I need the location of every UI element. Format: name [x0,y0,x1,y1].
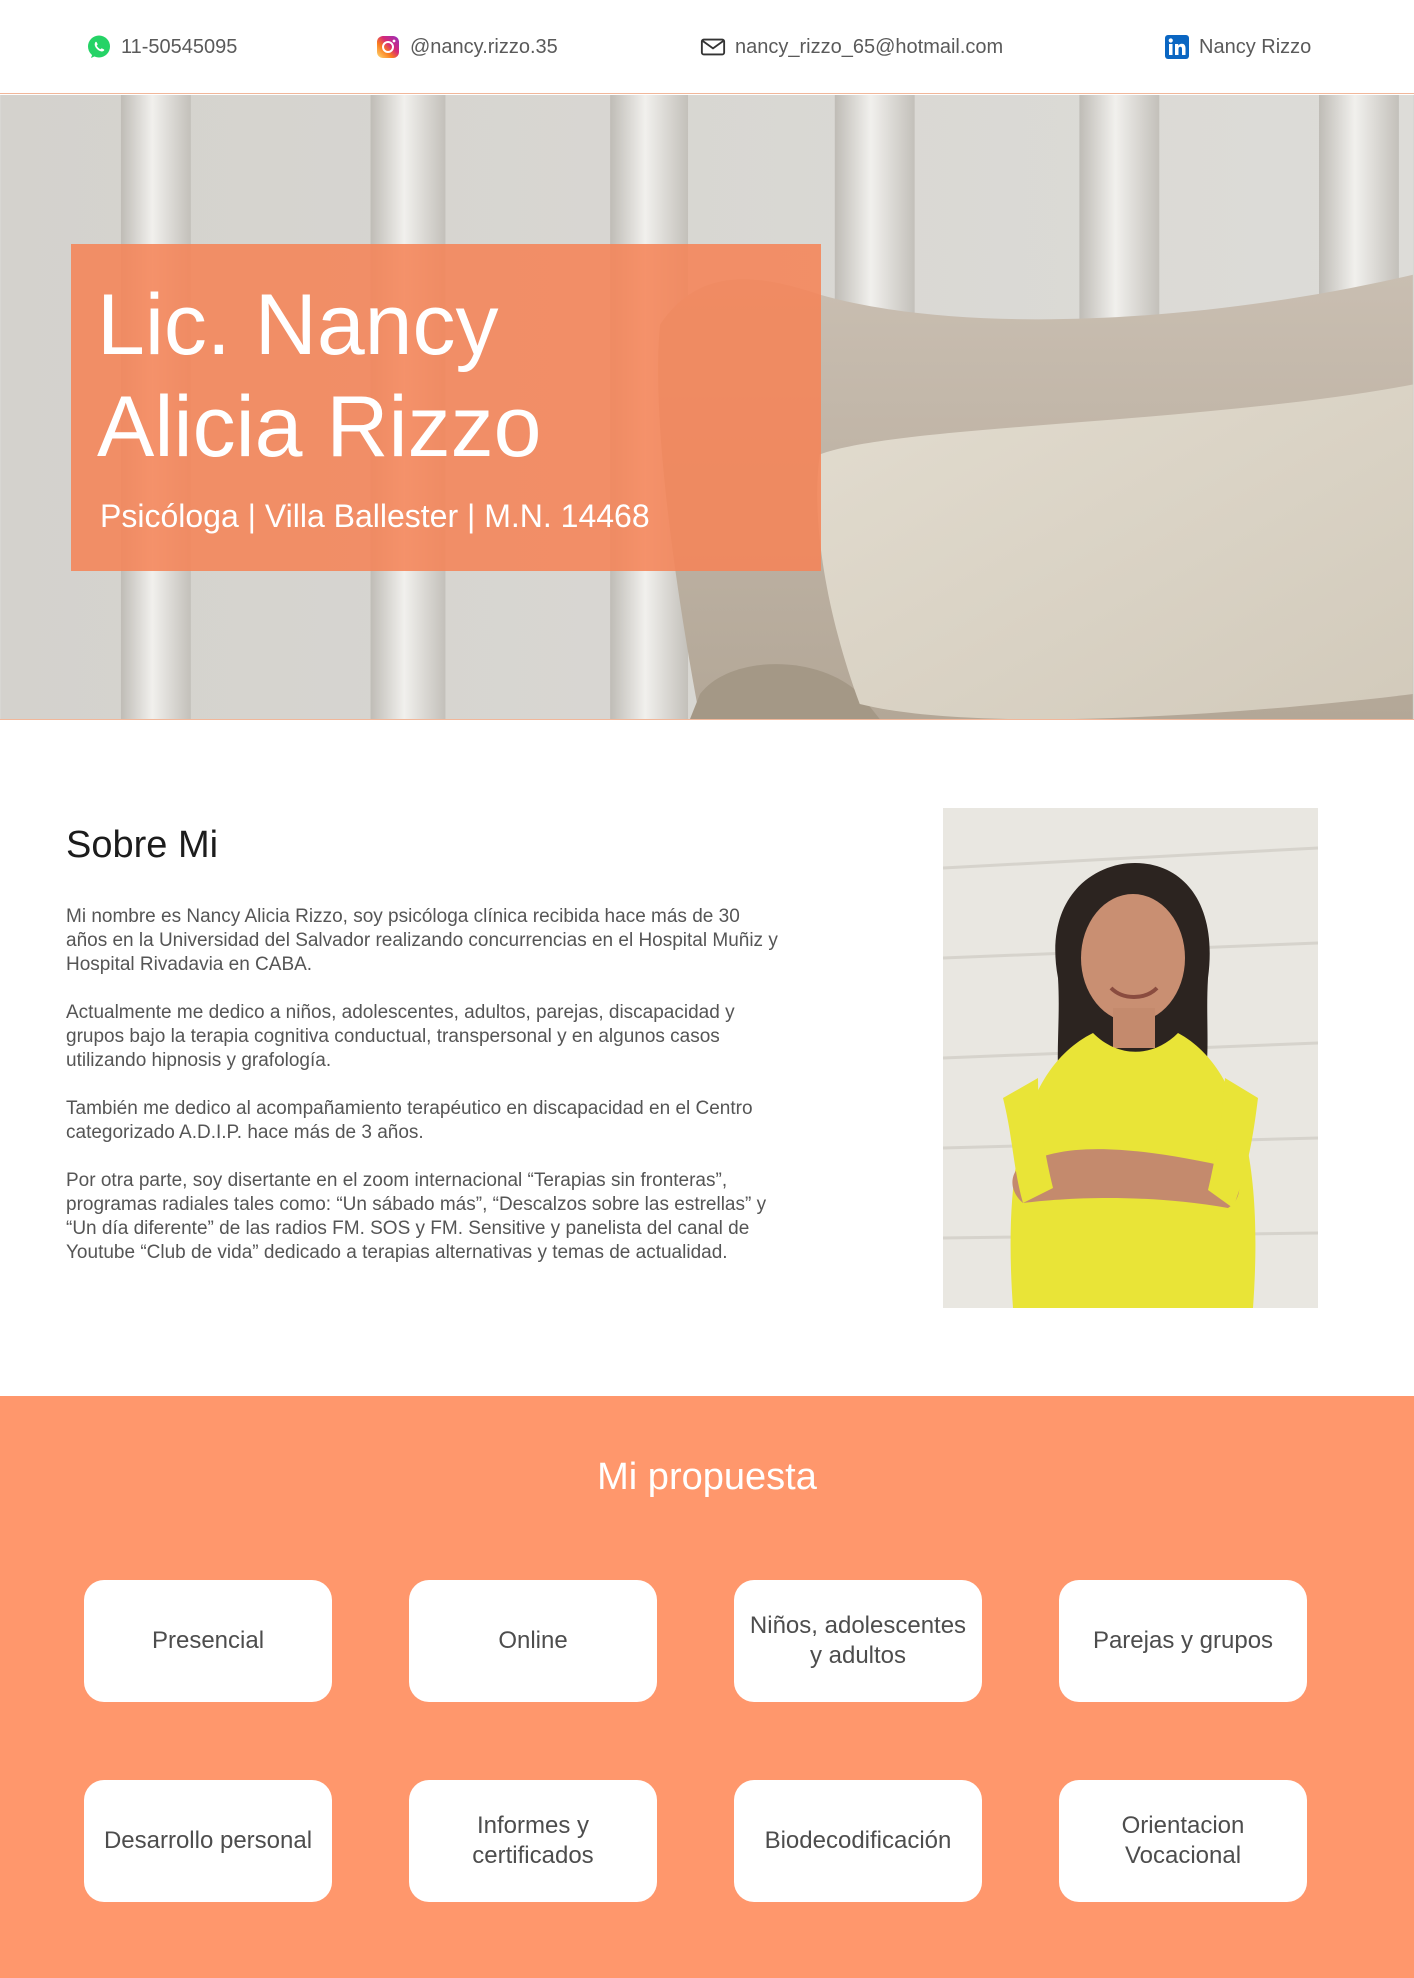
about-text: Mi nombre es Nancy Alicia Rizzo, soy psi… [66,905,786,1289]
whatsapp-icon [86,34,112,60]
proposal-card-orientacion-vocacional[interactable]: Orientacion Vocacional [1059,1780,1307,1902]
phone-text: 11-50545095 [121,35,238,58]
proposal-card-parejas-grupos[interactable]: Parejas y grupos [1059,1580,1307,1702]
email-link[interactable]: nancy_rizzo_65@hotmail.com [700,32,1003,62]
portrait-photo [943,808,1318,1308]
mail-icon [700,34,726,60]
hero-title: Lic. Nancy Alicia Rizzo [97,277,542,475]
linkedin-text: Nancy Rizzo [1199,35,1312,58]
proposal-card-biodecodificacion[interactable]: Biodecodificación [734,1780,982,1902]
hero-title-box: Lic. Nancy Alicia Rizzo Psicóloga | Vill… [71,244,821,571]
instagram-text: @nancy.rizzo.35 [410,35,558,58]
proposal-card-desarrollo-personal[interactable]: Desarrollo personal [84,1780,332,1902]
about-title: Sobre Mi [66,824,219,866]
proposal-title: Mi propuesta [597,1456,817,1498]
hero-banner: Lic. Nancy Alicia Rizzo Psicóloga | Vill… [0,95,1414,720]
contact-bar: 11-50545095 @nancy.rizzo.35 nancy_rizzo_… [0,0,1414,94]
about-paragraph: También me dedico al acompañamiento tera… [66,1098,753,1143]
about-paragraph: Por otra parte, soy disertante en el zoo… [66,1170,767,1263]
instagram-link[interactable]: @nancy.rizzo.35 [375,32,558,62]
hero-subtitle: Psicóloga | Villa Ballester | M.N. 14468 [100,498,650,534]
proposal-card-online[interactable]: Online [409,1580,657,1702]
linkedin-link[interactable]: Nancy Rizzo [1164,32,1311,62]
proposal-card-presencial[interactable]: Presencial [84,1580,332,1702]
about-paragraph: Mi nombre es Nancy Alicia Rizzo, soy psi… [66,906,778,975]
proposal-card-informes-certificados[interactable]: Informes y certificados [409,1780,657,1902]
whatsapp-link[interactable]: 11-50545095 [86,32,237,62]
proposal-section: Mi propuesta Presencial Online Niños, ad… [0,1396,1414,1978]
instagram-icon [375,34,401,60]
linkedin-icon [1164,34,1190,60]
proposal-card-ninos-adolescentes-adultos[interactable]: Niños, adolescentes y adultos [734,1580,982,1702]
email-text: nancy_rizzo_65@hotmail.com [735,35,1004,58]
about-paragraph: Actualmente me dedico a niños, adolescen… [66,1002,735,1071]
